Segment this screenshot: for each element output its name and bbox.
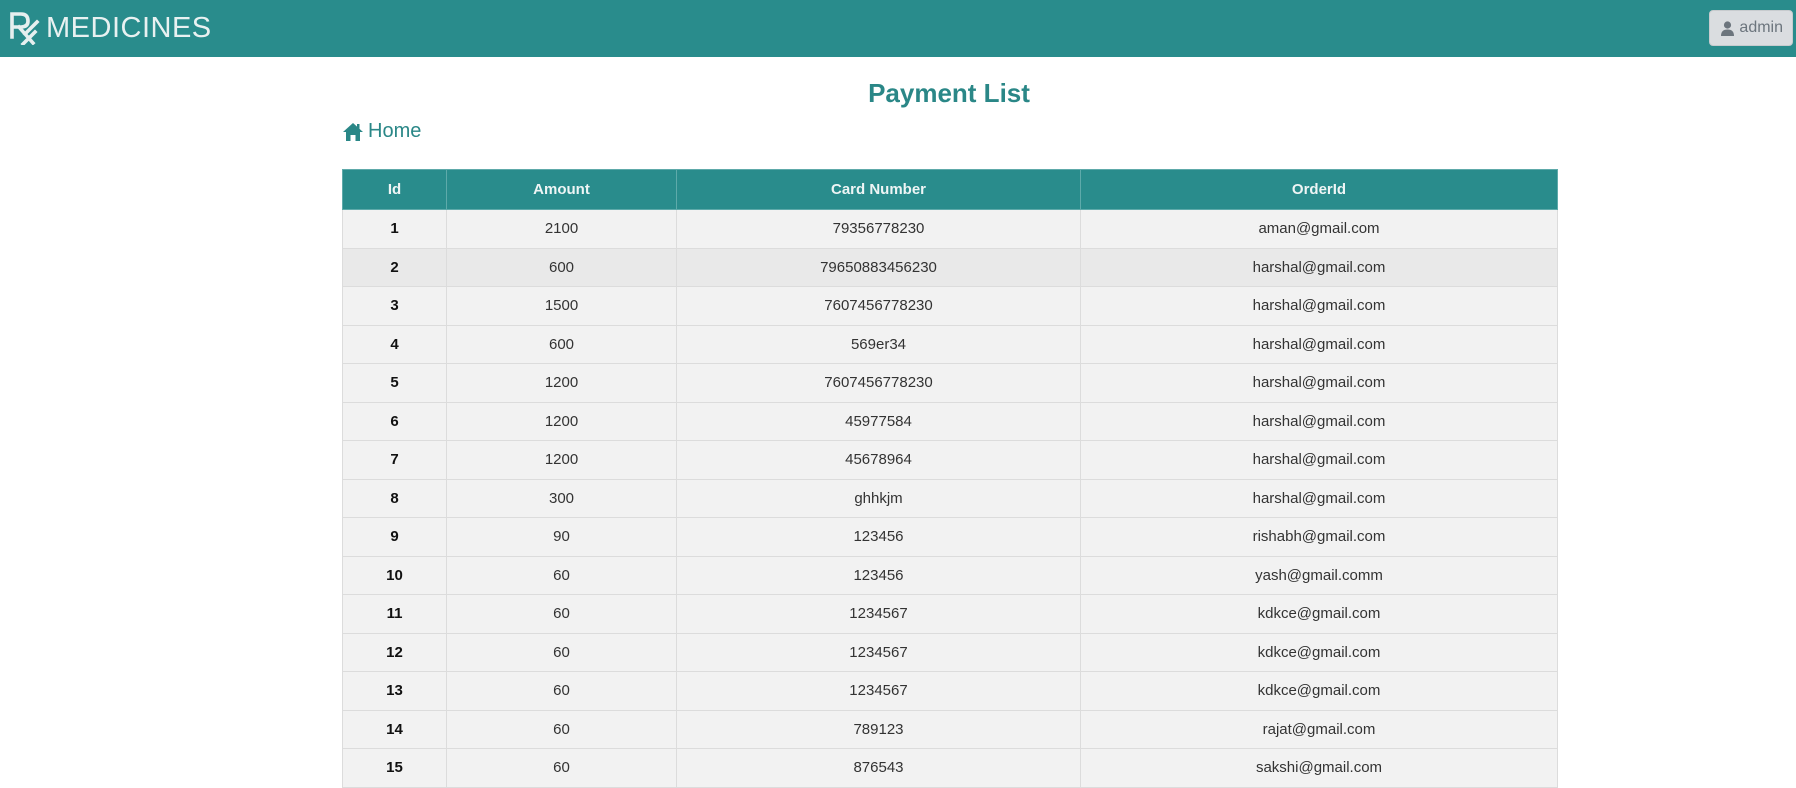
cell-order-id: harshal@gmail.com xyxy=(1080,286,1558,326)
table-row: 13 60 1234567 kdkce@gmail.com xyxy=(342,671,1558,711)
cell-id: 14 xyxy=(342,709,447,749)
user-name: admin xyxy=(1739,19,1783,36)
table-row: 9 90 123456 rishabh@gmail.com xyxy=(342,517,1558,557)
payment-table-container: Id Amount Card Number OrderId 1 2100 79356… xyxy=(342,169,1558,788)
table-row: 3 1500 7607456778230 harshal@gmail.com xyxy=(342,286,1558,326)
cell-order-id: harshal@gmail.com xyxy=(1080,401,1558,441)
cell-card-number: 7607456778230 xyxy=(676,363,1081,403)
table-body: 1 2100 79356778230 aman@gmail.com 2 600 796508… xyxy=(342,209,1558,788)
cell-amount: 1200 xyxy=(446,401,677,441)
cell-id: 8 xyxy=(342,478,447,518)
cell-order-id: harshal@gmail.com xyxy=(1080,478,1558,518)
table-header-row: Id Amount Card Number OrderId xyxy=(342,169,1558,210)
cell-id: 1 xyxy=(342,209,447,249)
header-id: Id xyxy=(342,169,447,210)
cell-card-number: 1234567 xyxy=(676,594,1081,634)
cell-id: 4 xyxy=(342,324,447,364)
table-row: 6 1200 45977584 harshal@gmail.com xyxy=(342,401,1558,441)
cell-amount: 1500 xyxy=(446,286,677,326)
cell-card-number: 79356778230 xyxy=(676,209,1081,249)
home-link[interactable]: Home xyxy=(342,120,421,143)
cell-amount: 90 xyxy=(446,517,677,557)
home-link-label: Home xyxy=(368,120,422,142)
table-row: 15 60 876543 sakshi@gmail.com xyxy=(342,748,1558,788)
cell-order-id: kdkce@gmail.com xyxy=(1080,632,1558,672)
cell-card-number: 123456 xyxy=(676,517,1081,557)
cell-id: 12 xyxy=(342,632,447,672)
cell-card-number: 7607456778230 xyxy=(676,286,1081,326)
brand-name: MEDICINES xyxy=(46,11,212,44)
table-row: 1 2100 79356778230 aman@gmail.com xyxy=(342,209,1558,249)
header-card-number: Card Number xyxy=(676,169,1081,210)
cell-amount: 60 xyxy=(446,671,677,711)
header-order-id: OrderId xyxy=(1080,169,1558,210)
table-row: 8 300 ghhkjm harshal@gmail.com xyxy=(342,478,1558,518)
cell-amount: 60 xyxy=(446,709,677,749)
cell-amount: 60 xyxy=(446,555,677,595)
table-row: 7 1200 45678964 harshal@gmail.com xyxy=(342,440,1558,480)
table-row: 2 600 79650883456230 harshal@gmail.com xyxy=(342,247,1558,287)
cell-order-id: rajat@gmail.com xyxy=(1080,709,1558,749)
cell-id: 6 xyxy=(342,401,447,441)
cell-id: 11 xyxy=(342,594,447,634)
cell-order-id: yash@gmail.comm xyxy=(1080,555,1558,595)
cell-id: 3 xyxy=(342,286,447,326)
cell-id: 2 xyxy=(342,247,447,287)
header-amount: Amount xyxy=(446,169,677,210)
cell-card-number: 1234567 xyxy=(676,671,1081,711)
cell-id: 5 xyxy=(342,363,447,403)
payment-table: Id Amount Card Number OrderId 1 2100 79356… xyxy=(342,169,1558,788)
top-navbar: MEDICINES admin xyxy=(0,0,1796,57)
cell-amount: 1200 xyxy=(446,440,677,480)
cell-amount: 1200 xyxy=(446,363,677,403)
page-title: Payment List xyxy=(868,78,1030,108)
cell-card-number: 45977584 xyxy=(676,401,1081,441)
cell-amount: 60 xyxy=(446,594,677,634)
home-icon xyxy=(343,122,363,141)
brand-logo-link[interactable]: MEDICINES xyxy=(9,8,212,48)
cell-card-number: 789123 xyxy=(676,709,1081,749)
cell-card-number: 569er34 xyxy=(676,324,1081,364)
table-row: 5 1200 7607456778230 harshal@gmail.com xyxy=(342,363,1558,403)
cell-order-id: harshal@gmail.com xyxy=(1080,440,1558,480)
cell-order-id: sakshi@gmail.com xyxy=(1080,748,1558,788)
table-row: 12 60 1234567 kdkce@gmail.com xyxy=(342,632,1558,672)
cell-order-id: kdkce@gmail.com xyxy=(1080,594,1558,634)
cell-id: 7 xyxy=(342,440,447,480)
cell-amount: 600 xyxy=(446,324,677,364)
table-row: 4 600 569er34 harshal@gmail.com xyxy=(342,324,1558,364)
cell-order-id: aman@gmail.com xyxy=(1080,209,1558,249)
cell-card-number: 79650883456230 xyxy=(676,247,1081,287)
cell-amount: 60 xyxy=(446,632,677,672)
cell-order-id: rishabh@gmail.com xyxy=(1080,517,1558,557)
cell-amount: 600 xyxy=(446,247,677,287)
cell-id: 15 xyxy=(342,748,447,788)
cell-order-id: harshal@gmail.com xyxy=(1080,324,1558,364)
cell-card-number: 123456 xyxy=(676,555,1081,595)
cell-card-number: 1234567 xyxy=(676,632,1081,672)
cell-card-number: 876543 xyxy=(676,748,1081,788)
table-row: 10 60 123456 yash@gmail.comm xyxy=(342,555,1558,595)
cell-amount: 60 xyxy=(446,748,677,788)
cell-id: 13 xyxy=(342,671,447,711)
cell-id: 9 xyxy=(342,517,447,557)
cell-order-id: harshal@gmail.com xyxy=(1080,363,1558,403)
cell-amount: 300 xyxy=(446,478,677,518)
table-row: 14 60 789123 rajat@gmail.com xyxy=(342,709,1558,749)
cell-card-number: ghhkjm xyxy=(676,478,1081,518)
table-row: 11 60 1234567 kdkce@gmail.com xyxy=(342,594,1558,634)
cell-order-id: kdkce@gmail.com xyxy=(1080,671,1558,711)
user-menu-button[interactable]: admin xyxy=(1709,10,1793,46)
cell-amount: 2100 xyxy=(446,209,677,249)
cell-id: 10 xyxy=(342,555,447,595)
cell-card-number: 45678964 xyxy=(676,440,1081,480)
cell-order-id: harshal@gmail.com xyxy=(1080,247,1558,287)
rx-icon xyxy=(10,12,40,45)
user-icon xyxy=(1721,20,1735,36)
